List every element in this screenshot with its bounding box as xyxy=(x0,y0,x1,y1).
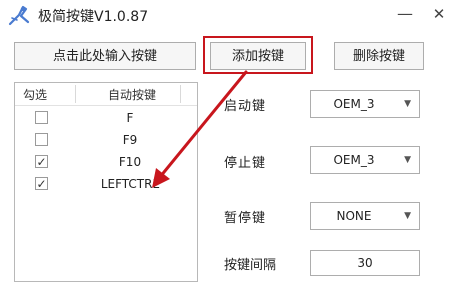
window-title: 极简按键V1.0.87 xyxy=(38,9,149,25)
key-interval-input[interactable] xyxy=(310,250,420,276)
row-key-label: F xyxy=(126,111,134,125)
delete-key-button[interactable]: 删除按键 xyxy=(334,42,424,70)
title-bar: 极简按键V1.0.87 — ✕ xyxy=(0,0,455,30)
start-key-label: 启动键 xyxy=(224,99,267,114)
close-icon[interactable]: ✕ xyxy=(428,4,450,24)
list-item[interactable]: ✓ F10 xyxy=(15,151,197,173)
row-checkbox[interactable]: ✓ xyxy=(35,155,48,168)
key-interval-label: 按键间隔 xyxy=(224,258,277,273)
row-key-label: LEFTCTRL xyxy=(100,177,160,191)
start-key-select[interactable]: OEM_3 ▼ xyxy=(310,90,420,118)
pause-key-value: NONE xyxy=(336,209,372,223)
key-list-header: 勾选 自动按键 xyxy=(15,83,197,106)
row-checkbox[interactable]: ✓ xyxy=(35,177,48,190)
app-logo-icon xyxy=(8,5,30,26)
row-checkbox[interactable] xyxy=(35,133,48,146)
list-item[interactable]: ✓ LEFTCTRL xyxy=(15,173,197,195)
dropdown-arrow-icon: ▼ xyxy=(404,155,411,165)
row-key-label: F10 xyxy=(118,155,142,169)
row-key-label: F9 xyxy=(122,133,138,147)
row-checkbox[interactable] xyxy=(35,111,48,124)
list-item[interactable]: F xyxy=(15,107,197,129)
pause-key-label: 暂停键 xyxy=(224,211,267,226)
dropdown-arrow-icon: ▼ xyxy=(404,211,411,221)
stop-key-label: 停止键 xyxy=(224,156,267,171)
column-divider xyxy=(75,85,76,103)
input-key-button[interactable]: 点击此处输入按键 xyxy=(14,42,196,70)
add-key-button[interactable]: 添加按键 xyxy=(210,42,306,70)
dropdown-arrow-icon: ▼ xyxy=(404,99,411,109)
column-divider xyxy=(180,85,181,103)
key-list: 勾选 自动按键 F F9 ✓ F10 ✓ LEFTCTRL xyxy=(14,82,198,282)
list-item[interactable]: F9 xyxy=(15,129,197,151)
start-key-value: OEM_3 xyxy=(333,97,375,111)
pause-key-select[interactable]: NONE ▼ xyxy=(310,202,420,230)
column-header-key[interactable]: 自动按键 xyxy=(87,86,177,103)
app-window: 极简按键V1.0.87 — ✕ 点击此处输入按键 添加按键 删除按键 勾选 自动… xyxy=(0,0,455,282)
stop-key-select[interactable]: OEM_3 ▼ xyxy=(310,146,420,174)
stop-key-value: OEM_3 xyxy=(333,153,375,167)
column-header-check[interactable]: 勾选 xyxy=(23,86,47,103)
minimize-icon[interactable]: — xyxy=(394,4,416,24)
